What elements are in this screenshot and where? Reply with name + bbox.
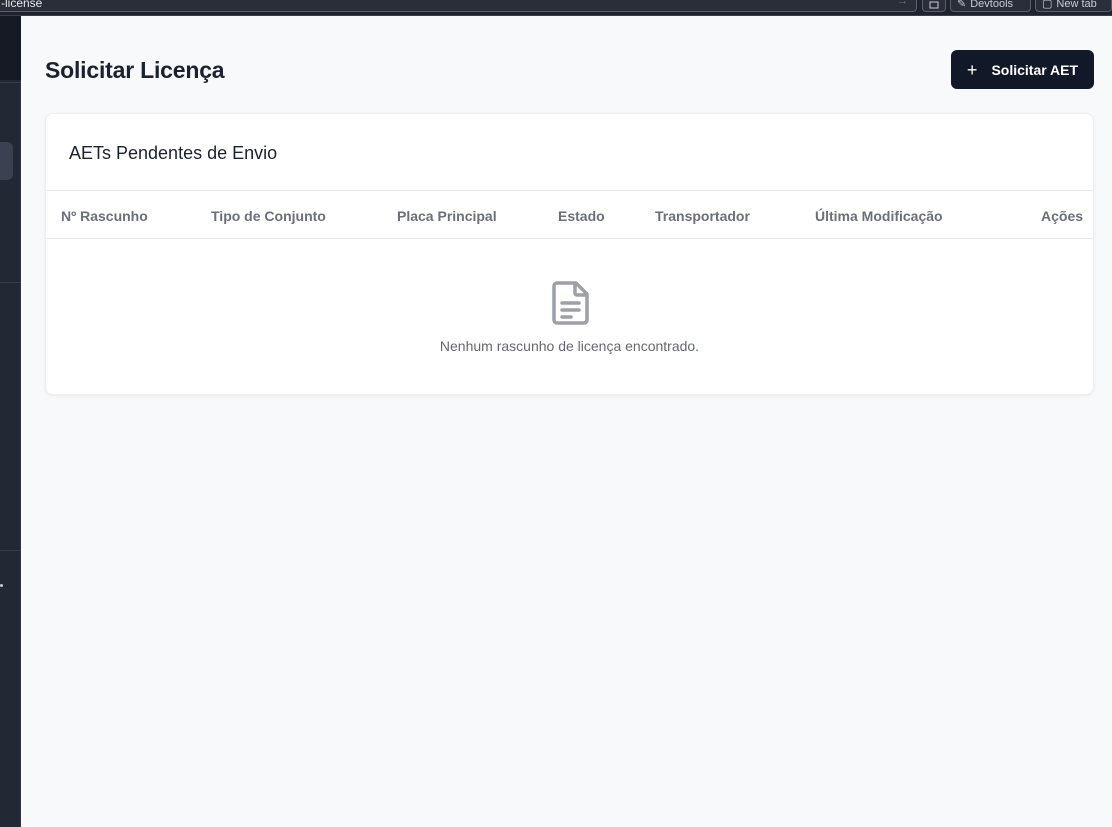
sidebar-divider bbox=[0, 282, 21, 283]
devtools-label: Devtools bbox=[970, 0, 1014, 10]
screen-icon[interactable] bbox=[922, 0, 946, 12]
new-tab-button[interactable]: ▢ New tab bbox=[1035, 0, 1112, 12]
column-header-rascunho[interactable]: Nº Rascunho bbox=[61, 208, 148, 224]
page-title: Solicitar Licença bbox=[45, 57, 225, 83]
drafts-card: AETs Pendentes de Envio Nº Rascunho Tipo… bbox=[45, 113, 1094, 395]
browser-toolbar: -license → ✎ Devtools ▢ New tab bbox=[0, 0, 1112, 16]
devtools-button[interactable]: ✎ Devtools bbox=[950, 0, 1031, 12]
column-header-transportador[interactable]: Transportador bbox=[655, 208, 750, 224]
address-bar[interactable]: -license bbox=[0, 0, 917, 12]
new-tab-label: New tab bbox=[1056, 0, 1097, 10]
table-header: Nº Rascunho Tipo de Conjunto Placa Princ… bbox=[46, 190, 1093, 239]
go-arrow-icon[interactable]: → bbox=[897, 0, 908, 7]
column-header-acoes: Ações bbox=[1041, 208, 1084, 224]
solicitar-aet-button[interactable]: + Solicitar AET bbox=[951, 50, 1094, 89]
column-header-placa[interactable]: Placa Principal bbox=[397, 208, 497, 224]
column-header-tipo-conjunto[interactable]: Tipo de Conjunto bbox=[211, 208, 326, 224]
sidebar-user-menu[interactable] bbox=[0, 584, 3, 587]
document-icon bbox=[552, 281, 589, 325]
column-header-estado[interactable]: Estado bbox=[558, 208, 605, 224]
sidebar-divider bbox=[0, 82, 21, 83]
monitor-icon bbox=[929, 1, 939, 9]
column-header-ultima-modificacao[interactable]: Última Modificação bbox=[815, 208, 943, 224]
sidebar-header bbox=[0, 16, 21, 80]
new-tab-icon: ▢ bbox=[1042, 0, 1053, 10]
sidebar-divider bbox=[0, 550, 21, 551]
sidebar bbox=[0, 16, 21, 827]
wrench-icon: ✎ bbox=[957, 0, 967, 10]
solicitar-aet-label: Solicitar AET bbox=[991, 61, 1079, 78]
plus-icon: + bbox=[966, 59, 978, 80]
card-title: AETs Pendentes de Envio bbox=[69, 143, 278, 163]
sidebar-item-active[interactable] bbox=[0, 142, 13, 180]
empty-state-message: Nenhum rascunho de licença encontrado. bbox=[439, 338, 700, 354]
